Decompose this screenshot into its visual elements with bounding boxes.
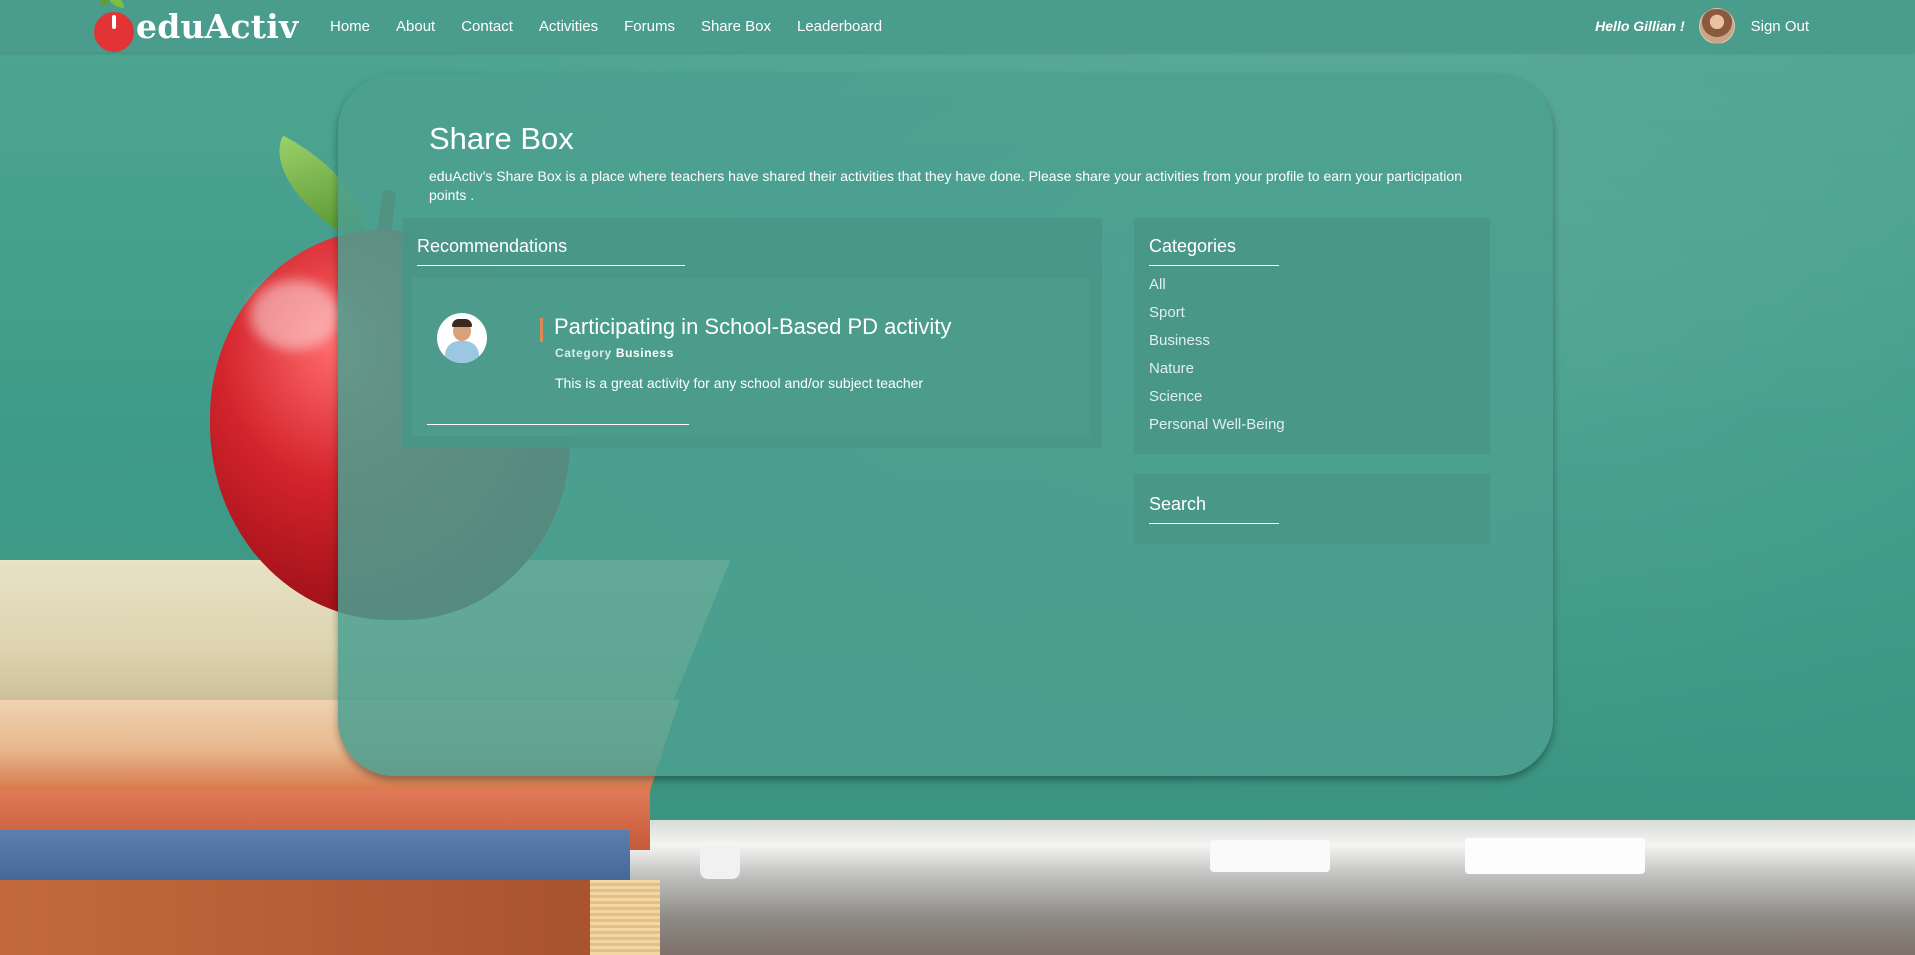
category-personal-well-being[interactable]: Personal Well-Being [1149, 416, 1285, 444]
category-sport[interactable]: Sport [1149, 304, 1285, 332]
nav-leaderboard[interactable]: Leaderboard [797, 18, 882, 35]
user-area: Hello Gillian ! Sign Out [1595, 0, 1809, 52]
greeting: Hello Gillian ! [1595, 18, 1685, 34]
brand-name: eduActiv [136, 6, 299, 46]
nav-menu: Home About Contact Activities Forums Sha… [330, 0, 908, 52]
title-underline [417, 265, 685, 266]
recommendation-card[interactable] [412, 278, 1090, 436]
category-all[interactable]: All [1149, 276, 1285, 304]
recommendation-description: This is a great activity for any school … [555, 375, 924, 391]
apple-highlight [250, 280, 340, 350]
category-list: All Sport Business Nature Science Person… [1149, 276, 1285, 444]
teacher-avatar [437, 313, 487, 363]
top-navbar: eduActiv Home About Contact Activities F… [0, 0, 1915, 52]
recommendations-title: Recommendations [417, 236, 568, 256]
recommendation-category: Category Business [555, 346, 674, 360]
recommendations-section: Recommendations Participating in School-… [402, 218, 1102, 448]
nav-about[interactable]: About [396, 18, 435, 35]
chalk-piece [1465, 838, 1645, 874]
category-science[interactable]: Science [1149, 388, 1285, 416]
book [0, 880, 660, 955]
title-accent-bar [540, 318, 543, 342]
nav-home[interactable]: Home [330, 18, 370, 35]
logo-link[interactable]: eduActiv [94, 0, 298, 52]
chalk-piece [1210, 840, 1330, 872]
chalk-piece [700, 845, 740, 879]
nav-activities[interactable]: Activities [539, 18, 598, 35]
category-label: Category [555, 346, 612, 360]
search-title: Search [1149, 494, 1207, 514]
category-value[interactable]: Business [616, 346, 674, 360]
recommendation-title[interactable]: Participating in School-Based PD activit… [554, 314, 951, 340]
apple-logo-icon [94, 0, 134, 52]
sign-out-link[interactable]: Sign Out [1751, 18, 1809, 35]
category-business[interactable]: Business [1149, 332, 1285, 360]
user-avatar[interactable] [1698, 8, 1735, 44]
title-underline [1149, 265, 1279, 266]
search-section: Search [1134, 474, 1490, 544]
card-divider [427, 424, 689, 425]
categories-section: Categories All Sport Business Nature Sci… [1134, 218, 1490, 454]
category-nature[interactable]: Nature [1149, 360, 1285, 388]
nav-share-box[interactable]: Share Box [701, 18, 771, 35]
title-underline [1149, 523, 1279, 524]
nav-contact[interactable]: Contact [461, 18, 513, 35]
categories-title: Categories [1149, 236, 1237, 256]
page-title: Share Box [429, 121, 574, 156]
nav-forums[interactable]: Forums [624, 18, 675, 35]
page-description: eduActiv's Share Box is a place where te… [429, 168, 1462, 203]
